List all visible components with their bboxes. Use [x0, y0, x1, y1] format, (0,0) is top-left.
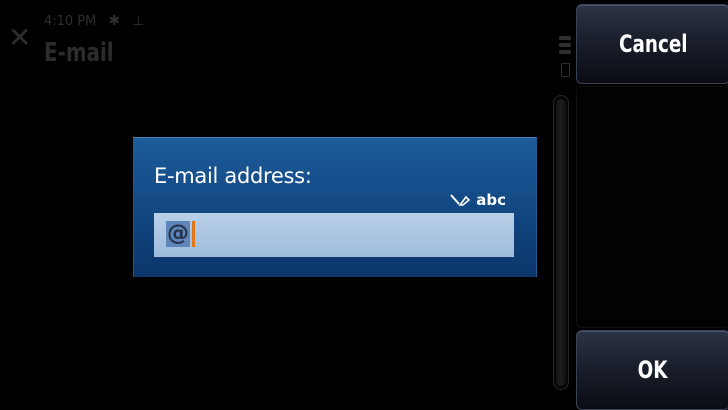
status-time: 4:10 PM	[44, 13, 97, 29]
cancel-button[interactable]: Cancel	[576, 4, 728, 84]
close-icon: ✕	[8, 21, 32, 54]
pen-icon	[450, 193, 472, 207]
ok-label: OK	[638, 356, 668, 384]
background-page-title: E-mail	[44, 38, 114, 68]
bluetooth-icon: ✱	[108, 13, 121, 29]
email-field[interactable]: @	[154, 213, 514, 257]
status-bar: 4:10 PM ✱ ⊥	[44, 12, 144, 30]
email-field-value: @	[166, 221, 190, 247]
usb-icon: ⊥	[132, 13, 145, 29]
softkey-panel: Cancel OK	[574, 0, 728, 410]
options-menu-icon	[559, 36, 571, 57]
dialog-label: E-mail address:	[154, 164, 312, 188]
input-mode-indicator[interactable]: abc	[450, 191, 506, 209]
scrollbar-thumb[interactable]	[556, 99, 566, 386]
ok-button[interactable]: OK	[576, 330, 728, 410]
battery-icon	[561, 63, 570, 77]
text-cursor	[192, 221, 195, 247]
cancel-label: Cancel	[618, 30, 688, 58]
input-mode-label: abc	[476, 191, 506, 209]
softkey-spacer	[576, 86, 728, 328]
email-address-dialog: E-mail address: abc @	[133, 137, 537, 277]
